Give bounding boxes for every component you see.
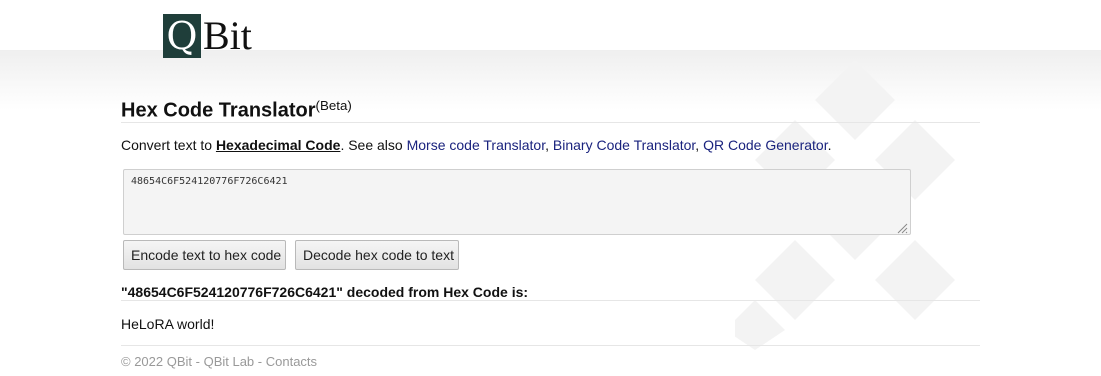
footer-divider <box>121 345 980 346</box>
binary-code-translator-link[interactable]: Binary Code Translator <box>553 137 695 153</box>
title-row: Hex Code Translator(Beta) <box>121 98 980 123</box>
intro-separator: , <box>695 137 704 153</box>
morse-code-translator-link[interactable]: Morse code Translator <box>407 137 546 153</box>
logo-wordmark: Bit <box>203 13 252 58</box>
page: Q Bit Hex Code Translator(Beta) Convert … <box>0 0 1101 376</box>
intro-middle: . See also <box>340 137 407 153</box>
footer-separator: - <box>192 354 204 369</box>
decode-button[interactable]: Decode hex code to text <box>295 240 459 270</box>
hexadecimal-code-link[interactable]: Hexadecimal Code <box>216 137 341 153</box>
intro-text: Convert text to Hexadecimal Code. See al… <box>121 137 831 153</box>
footer: © 2022 QBit - QBit Lab - Contacts <box>121 354 317 369</box>
qbit-logo[interactable]: Q Bit <box>163 14 252 58</box>
intro-suffix: . <box>827 137 832 153</box>
encode-button[interactable]: Encode text to hex code <box>123 240 286 270</box>
resize-grip-icon[interactable] <box>896 222 908 234</box>
beta-badge: (Beta) <box>315 98 352 113</box>
intro-prefix: Convert text to <box>121 137 216 153</box>
footer-separator: - <box>254 354 266 369</box>
result-heading-row: "48654C6F524120776F726C6421" decoded fro… <box>121 284 980 301</box>
decoded-result-text: HeLoRA world! <box>121 316 215 332</box>
qr-code-generator-link[interactable]: QR Code Generator <box>703 137 828 153</box>
contacts-link[interactable]: Contacts <box>266 354 317 369</box>
page-title: Hex Code Translator <box>121 99 316 122</box>
footer-copyright: © 2022 QBit <box>121 354 193 369</box>
qbit-lab-link[interactable]: QBit Lab <box>204 354 255 369</box>
logo-q-mark: Q <box>163 14 201 58</box>
hex-text-input[interactable]: 48654C6F524120776F726C6421 <box>123 169 911 235</box>
intro-separator: , <box>545 137 553 153</box>
result-heading: "48654C6F524120776F726C6421" decoded fro… <box>121 284 529 300</box>
